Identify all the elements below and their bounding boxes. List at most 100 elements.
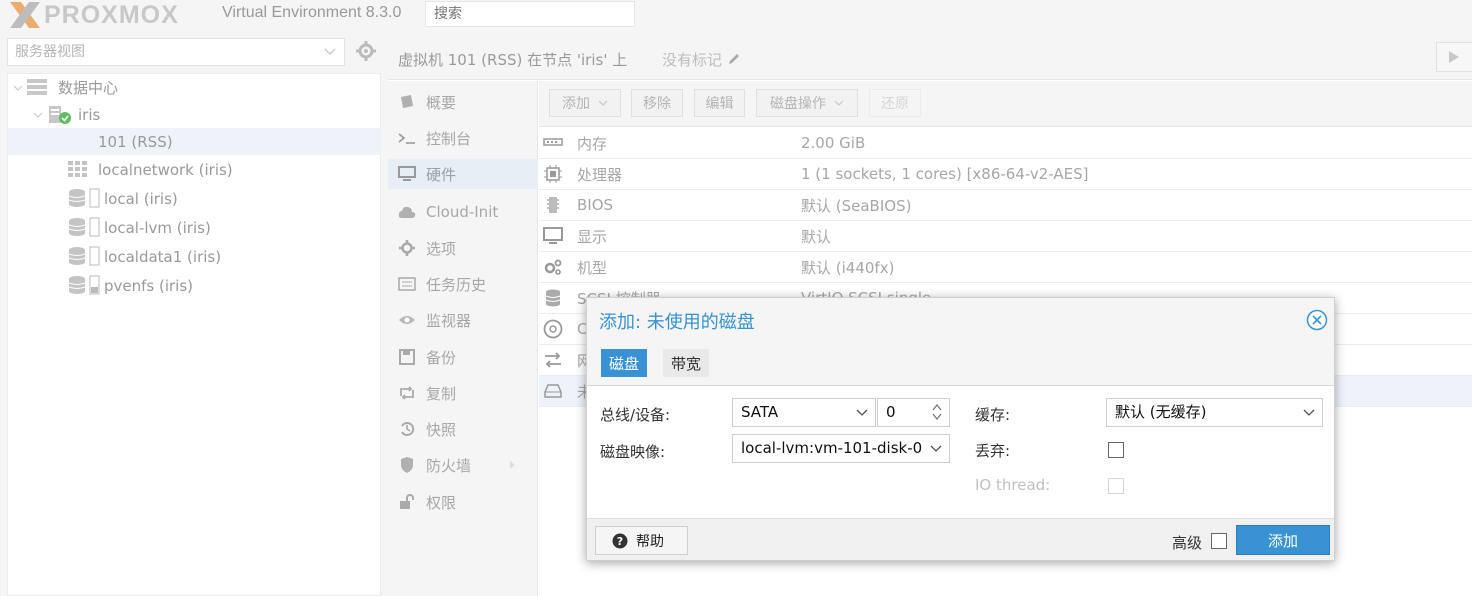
top-bar: PROXMOX Virtual Environment 8.3.0: [0, 0, 1472, 36]
history-icon: [398, 420, 416, 438]
bios-icon: [543, 196, 563, 214]
hdd-icon: [543, 382, 563, 400]
close-icon[interactable]: [1306, 309, 1328, 331]
dialog-title: 添加: 未使用的磁盘: [599, 312, 755, 333]
hw-row-machine[interactable]: 机型 默认 (i440fx): [539, 252, 1472, 283]
nav-item-label: 任务历史: [426, 275, 487, 294]
hw-row-cpu[interactable]: 处理器 1 (1 sockets, 1 cores) [x86-64-v2-AE…: [539, 159, 1472, 190]
tree-item-label: local (iris): [104, 189, 178, 208]
nav-item-label: 快照: [426, 420, 457, 439]
nav-item-task-history[interactable]: 任务历史: [388, 269, 538, 299]
chevron-down-icon: [834, 100, 844, 106]
chevron-down-icon[interactable]: [12, 82, 24, 94]
tags-label[interactable]: 没有标记: [662, 49, 741, 70]
tab-bandwidth[interactable]: 带宽: [663, 349, 710, 377]
hw-name: 处理器: [577, 165, 623, 184]
disk-image-select[interactable]: local-lvm:vm-101-disk-0: [732, 434, 950, 463]
nav-item-snapshots[interactable]: 快照: [388, 414, 538, 444]
version-label: Virtual Environment 8.3.0: [222, 4, 402, 21]
nav-item-permissions[interactable]: 权限: [388, 487, 538, 517]
edit-button-label: 编辑: [705, 96, 734, 112]
hardware-toolbar: 添加 移除 编辑 磁盘操作 还原: [539, 81, 1472, 127]
hw-value: 2.00 GiB: [801, 134, 866, 152]
tree-item-node-iris[interactable]: iris: [8, 101, 381, 128]
spinner-arrows-icon[interactable]: [931, 402, 943, 422]
cache-select[interactable]: 默认 (无缓存): [1106, 398, 1323, 427]
add-unused-disk-dialog: 添加: 未使用的磁盘 磁盘 带宽 总线/设备: SATA 0 磁盘映像: loc…: [586, 297, 1335, 561]
vm-header: 虚拟机 101 (RSS) 在节点 'iris' 上 没有标记: [388, 36, 1472, 80]
tree-item-vm-101[interactable]: 101 (RSS): [8, 128, 381, 155]
search-input[interactable]: [425, 1, 635, 27]
hw-value: 默认 (i440fx): [801, 258, 895, 277]
proxmox-x-icon: [10, 2, 40, 28]
cogs-icon: [543, 258, 563, 276]
chevron-down-icon: [598, 100, 608, 106]
discard-checkbox[interactable]: [1108, 442, 1124, 458]
nav-item-firewall[interactable]: 防火墙: [388, 450, 538, 480]
cdrom-icon: [543, 319, 563, 339]
nav-item-label: 备份: [426, 348, 457, 367]
device-number-value: 0: [886, 403, 896, 421]
nav-item-monitor[interactable]: 监视器: [388, 305, 538, 335]
nav-item-replication[interactable]: 复制: [388, 378, 538, 408]
hw-row-memory[interactable]: 内存 2.00 GiB: [539, 128, 1472, 159]
tree-item-label: pvenfs (iris): [104, 276, 194, 295]
monitor-icon: [398, 165, 416, 183]
edit-button[interactable]: 编辑: [694, 89, 745, 117]
chevron-right-icon[interactable]: [509, 460, 517, 470]
disk-image-value: local-lvm:vm-101-disk-0: [741, 439, 923, 457]
list-icon: [398, 275, 416, 293]
start-button[interactable]: [1436, 42, 1472, 72]
advanced-checkbox[interactable]: [1211, 533, 1227, 549]
iothread-label: IO thread:: [975, 476, 1051, 494]
discard-label: 丢弃:: [975, 442, 1011, 460]
view-select[interactable]: 服务器视图: [7, 38, 345, 66]
nav-item-label: 防火墙: [426, 456, 472, 475]
tree-item-storage-pvenfs[interactable]: pvenfs (iris): [8, 271, 381, 300]
bus-select-value: SATA: [741, 403, 779, 421]
chevron-down-icon: [930, 445, 942, 452]
database-icon: [543, 289, 563, 307]
add-button[interactable]: 添加: [549, 89, 621, 117]
hw-row-display[interactable]: 显示 默认: [539, 221, 1472, 252]
datacenter-icon: [26, 78, 48, 100]
disk-image-label: 磁盘映像:: [600, 443, 666, 461]
display-icon: [543, 227, 563, 245]
floppy-icon: [398, 348, 416, 366]
nav-item-options[interactable]: 选项: [388, 233, 538, 263]
eye-icon: [398, 311, 416, 329]
nav-item-console[interactable]: 控制台: [388, 123, 538, 153]
pencil-icon[interactable]: [727, 52, 741, 66]
gear-icon: [398, 239, 416, 257]
tab-disk[interactable]: 磁盘: [601, 349, 648, 377]
dialog-header: 添加: 未使用的磁盘: [587, 298, 1334, 344]
nav-item-backup[interactable]: 备份: [388, 342, 538, 372]
nav-item-label: 硬件: [426, 165, 457, 184]
tree-item-storage-local-lvm[interactable]: local-lvm (iris): [8, 213, 381, 242]
bus-select[interactable]: SATA: [732, 398, 876, 427]
nav-item-cloud-init[interactable]: Cloud-Init: [388, 197, 538, 227]
tree-item-label: localnetwork (iris): [98, 160, 233, 179]
revert-button[interactable]: 还原: [869, 89, 921, 117]
disk-action-button[interactable]: 磁盘操作: [756, 89, 858, 117]
hw-name: 内存: [577, 134, 608, 153]
tree-item-network[interactable]: localnetwork (iris): [8, 156, 381, 183]
tree-item-datacenter[interactable]: 数据中心: [8, 74, 381, 101]
nav-item-summary[interactable]: 概要: [388, 87, 538, 117]
storage-icon: [68, 246, 102, 270]
chevron-down-icon[interactable]: [32, 109, 44, 121]
device-number-spinner[interactable]: 0: [877, 398, 950, 427]
iothread-checkbox[interactable]: [1108, 478, 1124, 494]
tree-item-storage-local[interactable]: local (iris): [8, 184, 381, 213]
add-button[interactable]: 添加: [1236, 525, 1330, 555]
nav-item-hardware[interactable]: 硬件: [388, 159, 538, 189]
help-button[interactable]: ? 帮助: [595, 526, 688, 555]
tree-item-storage-localdata1[interactable]: localdata1 (iris): [8, 242, 381, 271]
vm-nav: 概要 控制台 硬件 Cloud-Init 选项 任务历史 监视器 备份 复制 快…: [388, 81, 538, 596]
hw-row-bios[interactable]: BIOS 默认 (SeaBIOS): [539, 190, 1472, 221]
gear-icon[interactable]: [355, 40, 377, 62]
cloud-icon: [398, 203, 416, 221]
add-button-label: 添加: [562, 96, 590, 112]
remove-button[interactable]: 移除: [631, 89, 683, 117]
network-grid-icon: [68, 161, 88, 181]
